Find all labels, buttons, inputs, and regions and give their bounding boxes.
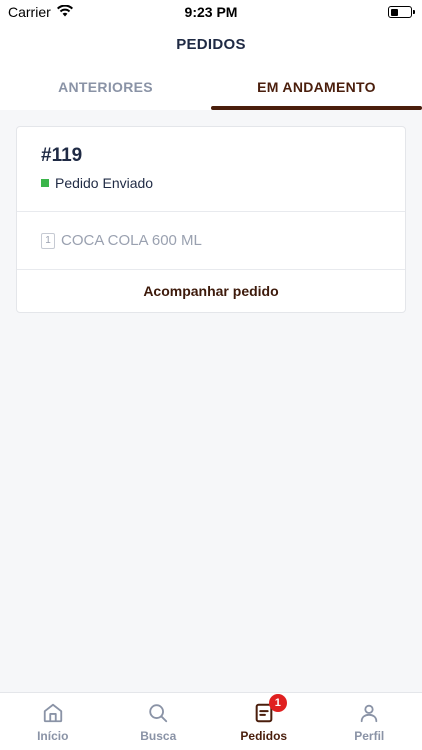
carrier-label: Carrier bbox=[8, 4, 51, 20]
nav-label-busca: Busca bbox=[140, 729, 177, 743]
tab-bar: ANTERIORES EM ANDAMENTO bbox=[0, 64, 422, 110]
order-number: #119 bbox=[41, 145, 83, 166]
track-order-label: Acompanhar pedido bbox=[143, 283, 279, 299]
status-bar: Carrier 9:23 PM bbox=[0, 0, 422, 24]
nav-item-busca[interactable]: Busca bbox=[106, 693, 212, 750]
order-header: #119 Pedido Enviado bbox=[17, 127, 405, 212]
orders-icon: 1 bbox=[252, 694, 287, 725]
tab-anteriores[interactable]: ANTERIORES bbox=[0, 64, 211, 110]
list-item: 1 COCA COLA 600 ML bbox=[41, 232, 381, 249]
order-status: Pedido Enviado bbox=[41, 175, 381, 191]
status-indicator-icon bbox=[41, 179, 49, 187]
tab-em-andamento-label: EM ANDAMENTO bbox=[257, 79, 376, 95]
nav-item-perfil[interactable]: Perfil bbox=[317, 693, 422, 750]
nav-label-pedidos: Pedidos bbox=[240, 729, 288, 743]
order-items: 1 COCA COLA 600 ML bbox=[17, 212, 405, 270]
order-status-label: Pedido Enviado bbox=[55, 175, 154, 191]
tab-em-andamento[interactable]: EM ANDAMENTO bbox=[211, 64, 422, 110]
battery-level bbox=[390, 8, 399, 16]
nav-label-inicio: Início bbox=[37, 729, 69, 743]
search-icon bbox=[146, 701, 170, 725]
tab-anteriores-label: ANTERIORES bbox=[58, 79, 153, 95]
nav-item-pedidos[interactable]: 1 Pedidos bbox=[211, 693, 317, 750]
orders-content: #119 Pedido Enviado 1 COCA COLA 600 ML A… bbox=[0, 110, 422, 692]
order-card: #119 Pedido Enviado 1 COCA COLA 600 ML A… bbox=[16, 126, 406, 313]
profile-icon bbox=[357, 701, 381, 725]
wifi-icon bbox=[56, 4, 73, 20]
home-icon bbox=[41, 701, 65, 725]
header: PEDIDOS bbox=[0, 24, 422, 64]
item-name: COCA COLA 600 ML bbox=[61, 232, 202, 249]
status-left: Carrier bbox=[8, 4, 73, 20]
bottom-nav: Início Busca 1 Pedidos Perfil bbox=[0, 692, 422, 750]
nav-item-inicio[interactable]: Início bbox=[0, 693, 106, 750]
item-quantity: 1 bbox=[41, 232, 55, 249]
battery-icon bbox=[388, 6, 415, 18]
orders-badge: 1 bbox=[268, 694, 287, 712]
nav-label-perfil: Perfil bbox=[354, 729, 385, 743]
track-order-button[interactable]: Acompanhar pedido bbox=[17, 270, 405, 312]
page-title: PEDIDOS bbox=[176, 35, 246, 53]
